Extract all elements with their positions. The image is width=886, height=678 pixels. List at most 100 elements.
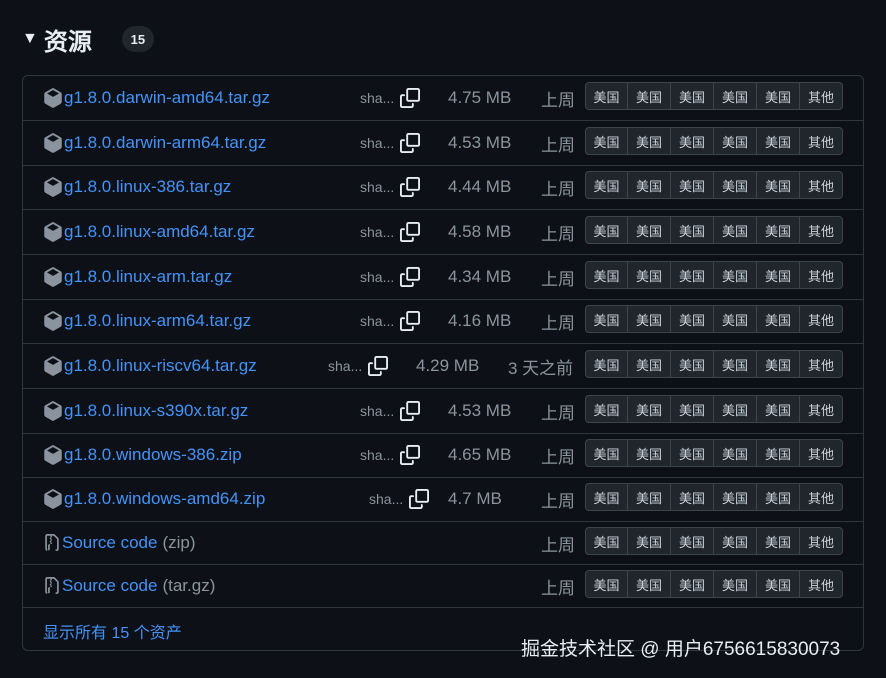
mirror-button[interactable]: 美国 (585, 127, 628, 155)
mirror-button[interactable]: 美国 (714, 216, 757, 244)
mirror-button[interactable]: 美国 (671, 483, 714, 511)
mirror-button[interactable]: 美国 (628, 439, 671, 467)
mirror-button[interactable]: 美国 (714, 395, 757, 423)
asset-download-link[interactable]: g1.8.0.linux-s390x.tar.gz (64, 401, 248, 421)
copy-icon[interactable] (394, 133, 421, 153)
asset-download-link[interactable]: g1.8.0.linux-386.tar.gz (64, 177, 231, 197)
source-date: 上周 (541, 535, 575, 555)
asset-download-link[interactable]: g1.8.0.linux-amd64.tar.gz (64, 222, 255, 242)
mirror-button[interactable]: 美国 (628, 527, 671, 555)
mirror-button[interactable]: 美国 (757, 570, 800, 598)
copy-icon[interactable] (362, 356, 389, 376)
asset-download-link[interactable]: g1.8.0.linux-arm.tar.gz (64, 267, 232, 287)
mirror-button[interactable]: 其他 (800, 305, 843, 333)
mirror-button[interactable]: 美国 (671, 439, 714, 467)
mirror-button[interactable]: 美国 (714, 527, 757, 555)
mirror-button[interactable]: 美国 (628, 127, 671, 155)
mirror-button[interactable]: 其他 (800, 171, 843, 199)
mirror-button[interactable]: 美国 (714, 570, 757, 598)
mirror-button[interactable]: 美国 (585, 171, 628, 199)
mirror-button[interactable]: 其他 (800, 127, 843, 155)
mirror-button[interactable]: 美国 (671, 261, 714, 289)
assets-count-badge: 15 (121, 26, 154, 52)
mirror-button[interactable]: 美国 (671, 350, 714, 378)
mirror-button[interactable]: 美国 (757, 171, 800, 199)
copy-icon[interactable] (394, 445, 421, 465)
mirror-button[interactable]: 美国 (585, 395, 628, 423)
asset-name: g1.8.0.darwin-arm64.tar.gz (43, 121, 266, 165)
mirror-button[interactable]: 美国 (585, 350, 628, 378)
mirror-button[interactable]: 美国 (585, 527, 628, 555)
mirror-button[interactable]: 美国 (714, 483, 757, 511)
mirror-button[interactable]: 美国 (671, 127, 714, 155)
asset-download-link[interactable]: g1.8.0.darwin-arm64.tar.gz (64, 133, 266, 153)
mirror-button[interactable]: 美国 (628, 82, 671, 110)
mirror-button[interactable]: 其他 (800, 261, 843, 289)
mirror-button[interactable]: 美国 (628, 395, 671, 423)
mirror-button[interactable]: 美国 (757, 395, 800, 423)
mirror-button[interactable]: 美国 (671, 527, 714, 555)
mirror-button[interactable]: 美国 (628, 350, 671, 378)
mirror-button[interactable]: 美国 (714, 127, 757, 155)
mirror-button[interactable]: 美国 (628, 483, 671, 511)
mirror-button[interactable]: 美国 (585, 305, 628, 333)
mirror-button[interactable]: 美国 (714, 261, 757, 289)
mirror-button[interactable]: 美国 (628, 171, 671, 199)
assets-header[interactable]: ▼ 资源 15 (22, 22, 154, 56)
mirror-button[interactable]: 美国 (628, 570, 671, 598)
mirror-button[interactable]: 美国 (714, 82, 757, 110)
copy-icon[interactable] (394, 267, 421, 287)
asset-download-link[interactable]: g1.8.0.linux-riscv64.tar.gz (64, 356, 257, 376)
mirror-button[interactable]: 美国 (671, 82, 714, 110)
asset-download-link[interactable]: g1.8.0.darwin-amd64.tar.gz (64, 88, 270, 108)
mirror-button[interactable]: 美国 (757, 350, 800, 378)
mirror-button[interactable]: 美国 (628, 216, 671, 244)
mirror-button[interactable]: 美国 (714, 305, 757, 333)
copy-icon[interactable] (403, 489, 430, 509)
mirror-button[interactable]: 美国 (585, 483, 628, 511)
mirror-button[interactable]: 美国 (714, 350, 757, 378)
mirror-button[interactable]: 美国 (757, 483, 800, 511)
mirror-button[interactable]: 美国 (671, 570, 714, 598)
source-code-link[interactable]: Source code (62, 576, 157, 596)
mirror-button[interactable]: 美国 (671, 395, 714, 423)
mirror-button[interactable]: 美国 (585, 439, 628, 467)
mirror-button[interactable]: 美国 (757, 439, 800, 467)
show-all-assets-link[interactable]: 显示所有 15 个资产 (43, 619, 182, 643)
mirror-button[interactable]: 美国 (757, 82, 800, 110)
mirror-button[interactable]: 美国 (757, 261, 800, 289)
mirror-button[interactable]: 美国 (585, 82, 628, 110)
mirror-button[interactable]: 其他 (800, 527, 843, 555)
mirror-button[interactable]: 其他 (800, 483, 843, 511)
mirror-button[interactable]: 美国 (671, 305, 714, 333)
mirror-button[interactable]: 其他 (800, 395, 843, 423)
mirror-button[interactable]: 美国 (585, 216, 628, 244)
mirror-button[interactable]: 美国 (585, 261, 628, 289)
mirror-button[interactable]: 美国 (757, 216, 800, 244)
mirror-button[interactable]: 其他 (800, 350, 843, 378)
triangle-down-icon[interactable]: ▼ (22, 30, 38, 48)
mirror-button[interactable]: 美国 (628, 261, 671, 289)
source-code-link[interactable]: Source code (62, 533, 157, 553)
copy-icon[interactable] (394, 88, 421, 108)
mirror-button[interactable]: 美国 (671, 216, 714, 244)
mirror-button[interactable]: 美国 (714, 439, 757, 467)
mirror-button[interactable]: 其他 (800, 82, 843, 110)
asset-download-link[interactable]: g1.8.0.linux-arm64.tar.gz (64, 311, 251, 331)
mirror-button[interactable]: 美国 (757, 527, 800, 555)
copy-icon[interactable] (394, 222, 421, 242)
mirror-button[interactable]: 其他 (800, 216, 843, 244)
mirror-button[interactable]: 美国 (671, 171, 714, 199)
copy-icon[interactable] (394, 311, 421, 331)
mirror-button[interactable]: 其他 (800, 439, 843, 467)
mirror-button[interactable]: 美国 (585, 570, 628, 598)
mirror-button[interactable]: 美国 (757, 305, 800, 333)
mirror-button[interactable]: 其他 (800, 570, 843, 598)
asset-download-link[interactable]: g1.8.0.windows-386.zip (64, 445, 242, 465)
copy-icon[interactable] (394, 177, 421, 197)
mirror-button[interactable]: 美国 (628, 305, 671, 333)
mirror-button[interactable]: 美国 (714, 171, 757, 199)
copy-icon[interactable] (394, 401, 421, 421)
mirror-button[interactable]: 美国 (757, 127, 800, 155)
asset-download-link[interactable]: g1.8.0.windows-amd64.zip (64, 489, 265, 509)
